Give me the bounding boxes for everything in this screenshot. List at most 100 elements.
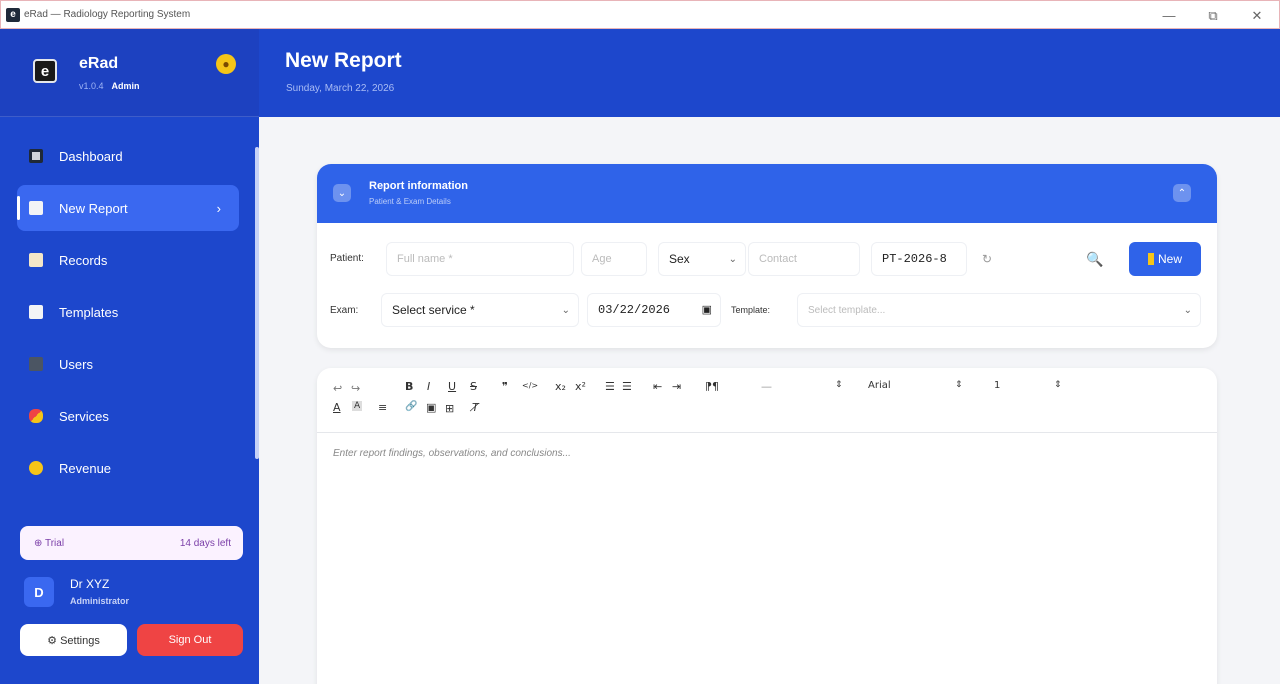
report-information-header[interactable]: ⌄ Report information Patient & Exam Deta… [317, 164, 1217, 223]
font-size-select[interactable]: 1 [994, 380, 1000, 391]
sidebar-item-dashboard[interactable]: Dashboard [17, 133, 239, 179]
contact-input[interactable]: Contact [748, 242, 860, 276]
sidebar-item-label: Dashboard [59, 148, 123, 164]
bullet-list-icon[interactable]: ☰ [622, 380, 632, 393]
report-information-card: ⌄ Report information Patient & Exam Deta… [317, 164, 1217, 348]
user-role: Administrator [70, 596, 130, 606]
calendar-icon[interactable]: ▣ [702, 303, 712, 317]
dashboard-icon [29, 149, 43, 163]
chevron-down-icon: ⌄ [561, 304, 570, 316]
font-select-caret[interactable]: ⇕ [955, 380, 963, 390]
trial-days: 14 days left [179, 537, 231, 549]
new-button-label: New [1157, 252, 1182, 266]
avatar: D [24, 577, 54, 607]
font-color-icon[interactable]: A [333, 401, 341, 414]
user-name: Dr XYZ [70, 577, 110, 591]
sidebar-item-label: Records [59, 252, 108, 268]
new-patient-button[interactable]: New [1129, 242, 1201, 276]
align-icon[interactable]: ≡ [378, 401, 387, 414]
editor-placeholder[interactable]: Enter report findings, observations, and… [333, 448, 571, 459]
report-editor: ↩ ↪ B I U S ❞ </> x₂ x² ☰ ☰ ⇤ ⇥ ⁋¶ — ⇕ A… [317, 368, 1217, 684]
palette-icon[interactable]: ● [216, 54, 236, 74]
chevron-down-icon: ⌄ [728, 253, 737, 265]
image-icon[interactable]: ▣ [426, 401, 436, 414]
sidebar-item-services[interactable]: Services [17, 393, 239, 439]
window-title: eRad — Radiology Reporting System [24, 9, 191, 20]
sex-value: Sex [669, 252, 690, 266]
subscript-button[interactable]: x₂ [555, 380, 566, 393]
exam-date-input[interactable]: 03/22/2026 ▣ [587, 293, 721, 327]
trial-label: ⊕ Trial [34, 537, 65, 549]
ordered-list-icon[interactable]: ☰ [605, 380, 615, 393]
patient-name-input[interactable]: Full name * [386, 242, 574, 276]
page-title: New Report [285, 49, 402, 72]
brand-role: Admin [111, 81, 140, 91]
page-header: New Report Sunday, March 22, 2026 [259, 29, 1280, 117]
new-icon [1147, 253, 1154, 265]
superscript-button[interactable]: x² [575, 380, 586, 393]
search-icon[interactable]: 🔍 [1077, 242, 1113, 276]
sidebar-item-new-report[interactable]: New Report › [17, 185, 239, 231]
minimize-button[interactable]: — [1147, 1, 1191, 30]
service-select[interactable]: Select service * ⌄ [381, 293, 579, 327]
restore-button[interactable]: ⧉ [1191, 1, 1235, 30]
sidebar-nav: Dashboard New Report › Records Templates… [17, 133, 239, 497]
age-input[interactable]: Age [581, 242, 647, 276]
highlight-color-icon[interactable]: A [352, 401, 363, 411]
money-bag-icon [29, 461, 43, 475]
size-select-caret[interactable]: ⇕ [1054, 380, 1062, 390]
table-icon[interactable]: ⊞ [445, 402, 454, 415]
text-direction-icon[interactable]: ⁋¶ [705, 380, 719, 393]
link-icon[interactable]: 🔗 [405, 401, 417, 412]
patient-label: Patient: [330, 253, 364, 264]
template-placeholder: Select template... [808, 304, 886, 316]
report-icon [29, 201, 43, 215]
sign-out-button[interactable]: Sign Out [137, 624, 243, 656]
code-icon[interactable]: </> [522, 381, 538, 390]
quote-icon[interactable]: ❞ [502, 380, 508, 393]
collapse-chevron-icon[interactable]: ⌃ [1173, 184, 1191, 202]
underline-button[interactable]: U [448, 380, 456, 393]
font-family-select[interactable]: Arial [868, 380, 891, 391]
service-value: Select service * [392, 303, 475, 317]
redo-icon[interactable]: ↪ [351, 382, 360, 395]
templates-icon [29, 305, 43, 319]
horizontal-rule-icon[interactable]: — [761, 380, 772, 393]
report-information-subtitle: Patient & Exam Details [369, 197, 451, 206]
pill-icon [29, 409, 43, 423]
sex-select[interactable]: Sex ⌄ [658, 242, 746, 276]
chevron-down-icon[interactable]: ⌄ [333, 184, 351, 202]
sidebar-item-records[interactable]: Records [17, 237, 239, 283]
sidebar-item-templates[interactable]: Templates [17, 289, 239, 335]
exam-label: Exam: [330, 305, 359, 316]
clear-format-icon[interactable]: T̸ [472, 401, 479, 414]
brand-name: eRad [79, 55, 119, 72]
brand-logo: e [33, 59, 57, 83]
sidebar-item-revenue[interactable]: Revenue [17, 445, 239, 491]
template-label: Template: [731, 305, 771, 315]
settings-button[interactable]: ⚙ Settings [20, 624, 127, 656]
sidebar-item-label: Revenue [59, 460, 112, 476]
sidebar-item-users[interactable]: Users [17, 341, 239, 387]
close-button[interactable]: ✕ [1235, 1, 1279, 30]
indent-icon[interactable]: ⇥ [672, 380, 681, 393]
brand-version: v1.0.4 Admin [79, 81, 140, 91]
sidebar-item-label: Users [59, 356, 93, 372]
sign-out-label: Sign Out [168, 634, 212, 646]
version-text: v1.0.4 [79, 81, 104, 91]
heading-select-caret[interactable]: ⇕ [835, 380, 843, 390]
template-select[interactable]: Select template... ⌄ [797, 293, 1201, 327]
sidebar: e eRad v1.0.4 Admin ● Dashboard New Repor… [0, 29, 259, 684]
undo-icon[interactable]: ↩ [333, 382, 342, 395]
exam-date-value: 03/22/2026 [598, 303, 671, 317]
patient-id-field[interactable]: PT-2026-8 [871, 242, 967, 276]
strike-button[interactable]: S [470, 380, 477, 393]
bold-button[interactable]: B [405, 380, 413, 393]
main-content: ⌄ Report information Patient & Exam Deta… [259, 117, 1280, 684]
italic-button[interactable]: I [427, 380, 430, 393]
editor-toolbar: ↩ ↪ B I U S ❞ </> x₂ x² ☰ ☰ ⇤ ⇥ ⁋¶ — ⇕ A… [317, 368, 1217, 433]
refresh-icon[interactable]: ↻ [969, 242, 1005, 276]
chevron-right-icon: › [216, 200, 221, 216]
outdent-icon[interactable]: ⇤ [653, 380, 662, 393]
app-icon: e [6, 7, 20, 22]
